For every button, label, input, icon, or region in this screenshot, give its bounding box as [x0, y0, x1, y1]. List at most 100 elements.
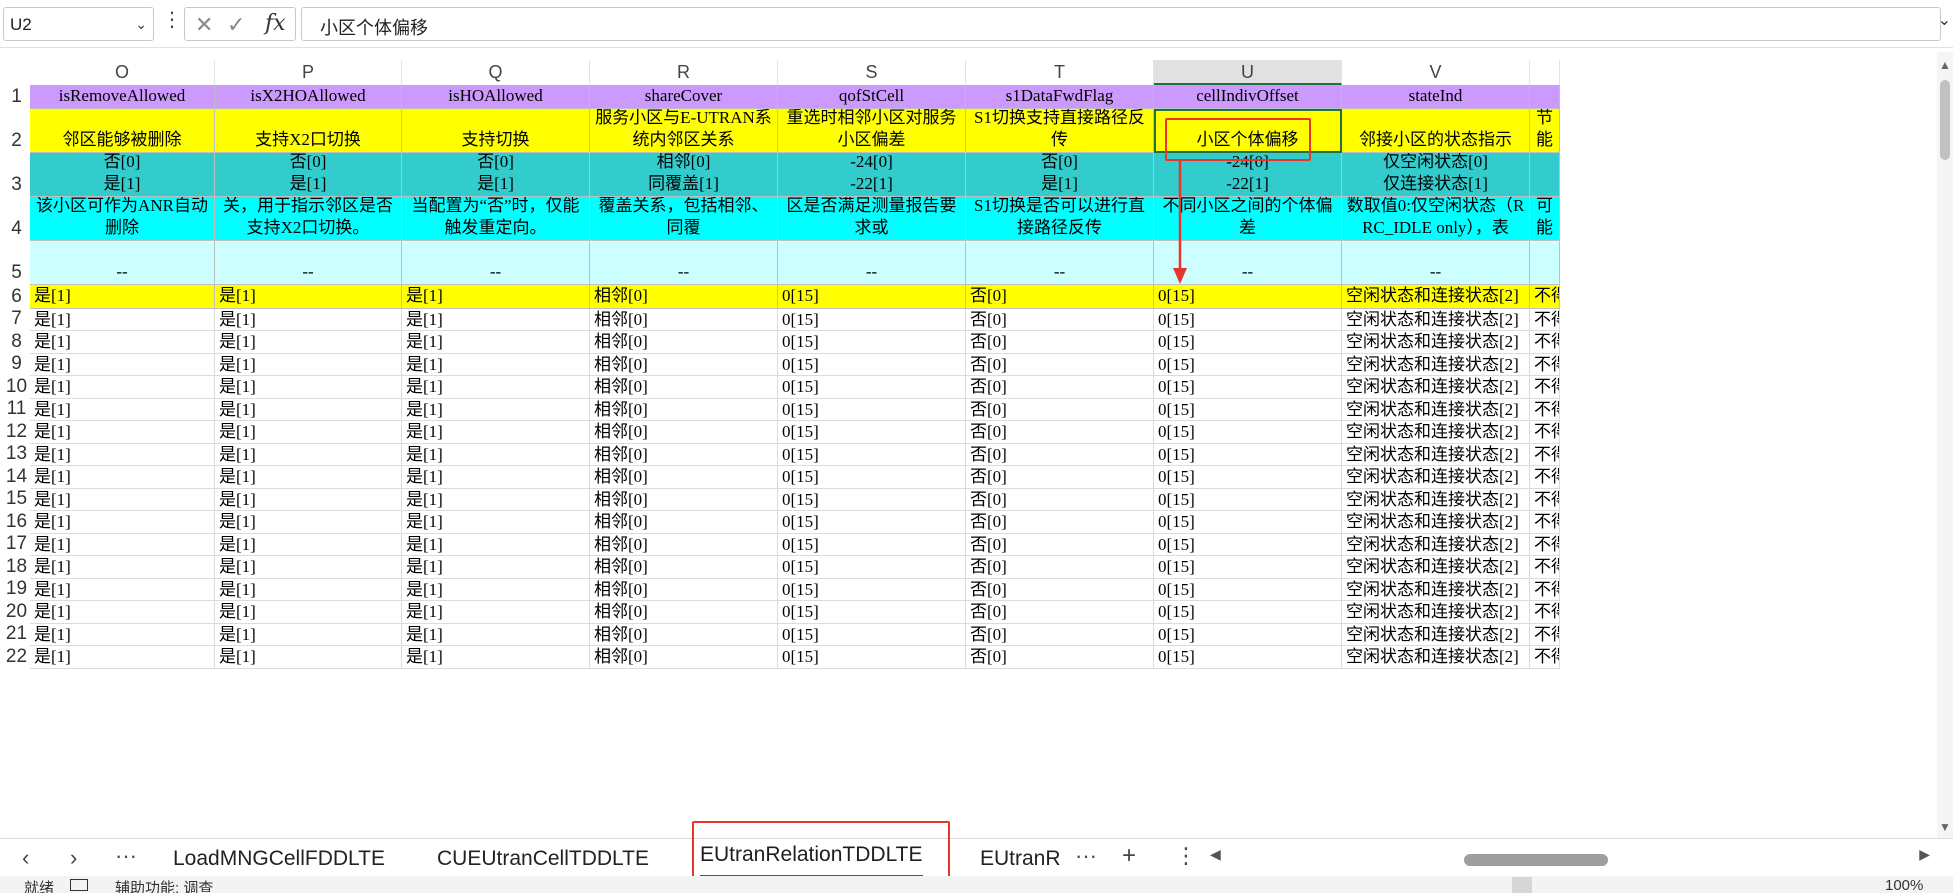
table-cell[interactable]: 否[0]	[966, 646, 1154, 669]
table-cell[interactable]: 是[1]	[30, 556, 215, 579]
cell-o5[interactable]: --	[30, 241, 215, 285]
cell-o3[interactable]: 否[0] 是[1]	[30, 153, 215, 197]
table-cell[interactable]: 否[0]	[966, 309, 1154, 331]
table-cell[interactable]: 0[15]	[778, 601, 966, 624]
table-cell[interactable]: 否[0]	[966, 376, 1154, 399]
table-cell[interactable]: 相邻[0]	[590, 511, 778, 534]
scroll-up-icon[interactable]: ▲	[1939, 58, 1951, 72]
table-cell[interactable]: 是[1]	[215, 624, 402, 646]
table-cell[interactable]: 是[1]	[215, 466, 402, 489]
table-cell[interactable]: 是[1]	[402, 511, 590, 534]
row-header-3[interactable]: 3	[0, 153, 33, 197]
check-icon[interactable]: ✓	[227, 12, 245, 38]
row-header-18[interactable]: 18	[0, 556, 33, 579]
cell-o2[interactable]: 邻区能够被删除	[30, 109, 215, 153]
table-cell[interactable]: 0[15]	[778, 285, 966, 309]
table-cell[interactable]: 相邻[0]	[590, 309, 778, 331]
scroll-right-icon[interactable]: ▶	[1919, 846, 1930, 863]
table-cell[interactable]: 不得	[1530, 601, 1560, 624]
cell-p4[interactable]: 关，用于指示邻区是否支持X2口切换。	[215, 197, 402, 241]
worksheet-grid[interactable]: O P Q R S T U V 1 2 3 4 5 6 7 8 9 10 11 12 13 14 15 16 17 18 19 20 2…	[0, 52, 1953, 838]
table-cell[interactable]: 相邻[0]	[590, 601, 778, 624]
cell-v1[interactable]: stateInd	[1342, 85, 1530, 109]
table-cell[interactable]: 是[1]	[402, 601, 590, 624]
row-header-5[interactable]: 5	[0, 241, 33, 285]
cell-r4[interactable]: EUTRAN系统内邻区的覆盖关系，包括相邻、同覆	[590, 197, 778, 241]
table-cell[interactable]: 不得	[1530, 399, 1560, 421]
table-cell[interactable]: 是[1]	[402, 421, 590, 444]
accessibility-status[interactable]: 辅助功能: 调查	[115, 877, 213, 893]
cell-r3[interactable]: 相邻[0] 同覆盖[1]	[590, 153, 778, 197]
row-header-11[interactable]: 11	[0, 398, 33, 421]
table-cell[interactable]: 是[1]	[402, 331, 590, 354]
table-cell[interactable]: 否[0]	[966, 421, 1154, 444]
table-cell[interactable]: 0[15]	[778, 354, 966, 376]
table-cell[interactable]: 是[1]	[30, 421, 215, 444]
table-cell[interactable]: 空闲状态和连接状态[2]	[1342, 601, 1530, 624]
cell-q1[interactable]: isHOAllowed	[402, 85, 590, 109]
table-cell[interactable]: 0[15]	[1154, 601, 1342, 624]
table-cell[interactable]: 否[0]	[966, 399, 1154, 421]
table-cell[interactable]: 0[15]	[778, 399, 966, 421]
table-cell[interactable]: 是[1]	[215, 556, 402, 579]
horizontal-scrollbar[interactable]: ◀ ▶	[1210, 846, 1930, 867]
cancel-x-icon[interactable]: ✕	[195, 12, 213, 38]
table-cell[interactable]: 0[15]	[1154, 579, 1342, 601]
table-cell[interactable]: 是[1]	[215, 489, 402, 511]
cell-p2[interactable]: 支持X2口切换	[215, 109, 402, 153]
table-cell[interactable]: 是[1]	[30, 511, 215, 534]
row-header-15[interactable]: 15	[0, 488, 33, 511]
table-cell[interactable]: 不得	[1530, 466, 1560, 489]
table-cell[interactable]: 不得	[1530, 489, 1560, 511]
table-cell[interactable]: 0[15]	[1154, 309, 1342, 331]
col-header-r[interactable]: R	[590, 60, 778, 85]
row-header-16[interactable]: 16	[0, 511, 33, 534]
table-cell[interactable]: 不得	[1530, 376, 1560, 399]
normal-view-icon[interactable]	[1512, 877, 1532, 893]
macro-record-icon[interactable]	[70, 879, 88, 891]
cell-o1[interactable]: isRemoveAllowed	[30, 85, 215, 109]
table-cell[interactable]: 相邻[0]	[590, 421, 778, 444]
table-cell[interactable]: 空闲状态和连接状态[2]	[1342, 579, 1530, 601]
cell-v5[interactable]: --	[1342, 241, 1530, 285]
table-cell[interactable]: 是[1]	[30, 601, 215, 624]
cell-t3[interactable]: 否[0] 是[1]	[966, 153, 1154, 197]
row-header-6[interactable]: 6	[0, 285, 33, 309]
table-cell[interactable]: 空闲状态和连接状态[2]	[1342, 376, 1530, 399]
table-cell[interactable]: 是[1]	[215, 354, 402, 376]
col-header-v[interactable]: V	[1342, 60, 1530, 85]
table-cell[interactable]: 空闲状态和连接状态[2]	[1342, 309, 1530, 331]
table-cell[interactable]: 是[1]	[30, 331, 215, 354]
table-cell[interactable]: 不得	[1530, 534, 1560, 556]
table-cell[interactable]: 空闲状态和连接状态[2]	[1342, 466, 1530, 489]
cell-w3[interactable]	[1530, 153, 1560, 197]
cell-r5[interactable]: --	[590, 241, 778, 285]
table-cell[interactable]: 是[1]	[30, 354, 215, 376]
scroll-left-icon[interactable]: ◀	[1210, 846, 1221, 863]
table-cell[interactable]: 是[1]	[402, 399, 590, 421]
table-cell[interactable]: 是[1]	[402, 489, 590, 511]
table-cell[interactable]: 是[1]	[215, 399, 402, 421]
table-cell[interactable]: 0[15]	[1154, 444, 1342, 466]
name-box[interactable]: U2 ⌄	[3, 7, 154, 41]
cell-w1[interactable]	[1530, 85, 1560, 109]
sheet-menu-icon[interactable]: ⋮	[1175, 843, 1197, 869]
table-cell[interactable]: 空闲状态和连接状态[2]	[1342, 331, 1530, 354]
table-cell[interactable]: 是[1]	[30, 489, 215, 511]
add-sheet-icon[interactable]: +	[1122, 842, 1136, 870]
table-cell[interactable]: 不得	[1530, 511, 1560, 534]
table-cell[interactable]: 0[15]	[1154, 466, 1342, 489]
table-cell[interactable]: 是[1]	[402, 309, 590, 331]
table-cell[interactable]: 是[1]	[30, 309, 215, 331]
table-cell[interactable]: 不得	[1530, 354, 1560, 376]
table-cell[interactable]: 空闲状态和连接状态[2]	[1342, 489, 1530, 511]
table-cell[interactable]: 空闲状态和连接状态[2]	[1342, 511, 1530, 534]
cell-t4[interactable]: S1切换是否可以进行直接路径反传	[966, 197, 1154, 241]
cell-q2[interactable]: 支持切换	[402, 109, 590, 153]
table-cell[interactable]: 0[15]	[1154, 421, 1342, 444]
cell-t1[interactable]: s1DataFwdFlag	[966, 85, 1154, 109]
cell-v4[interactable]: 数取值0:仅空闲状态（RRC_IDLE only），表	[1342, 197, 1530, 241]
table-cell[interactable]: 空闲状态和连接状态[2]	[1342, 399, 1530, 421]
table-cell[interactable]: 相邻[0]	[590, 646, 778, 669]
table-cell[interactable]: 0[15]	[1154, 354, 1342, 376]
